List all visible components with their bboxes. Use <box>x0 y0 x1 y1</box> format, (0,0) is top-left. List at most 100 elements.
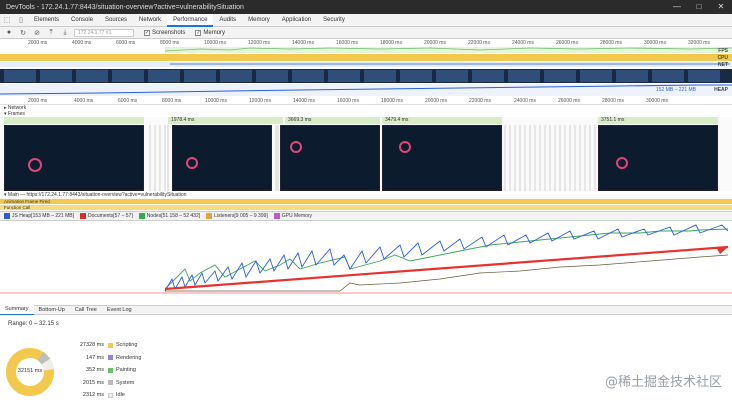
tick-label: 32000 ms <box>688 40 710 46</box>
tick-label: 6000 ms <box>116 40 136 46</box>
nodes-line <box>164 228 729 290</box>
tick-label: 2000 ms <box>28 98 48 104</box>
tab-memory[interactable]: Memory <box>242 14 276 27</box>
screenshots-checkbox[interactable]: ✓ Screenshots <box>144 29 185 36</box>
timeline-overview[interactable]: 2000 ms 4000 ms 6000 ms 8000 ms 10000 ms… <box>0 39 732 97</box>
frame-dividers <box>28 125 628 191</box>
tick-label: 20000 ms <box>424 40 446 46</box>
perf-toolbar: ● ↻ ⊘ ⤒ ⤓ 172.24.1.77 #1 ✓ Screenshots ✓ M… <box>0 27 732 39</box>
main-ruler: 2000 ms 4000 ms 6000 ms 8000 ms 10000 ms… <box>0 97 732 105</box>
memory-graph <box>0 221 732 303</box>
legend-documents[interactable]: Documents[57 – 57] <box>79 213 133 219</box>
tick-label: 20000 ms <box>425 98 447 104</box>
summary-row-painting: 352 ms Painting <box>85 367 136 374</box>
tab-audits[interactable]: Audits <box>213 14 242 27</box>
inspect-icon[interactable]: ⬚ <box>0 16 14 24</box>
window-title: DevTools - 172.24.1.77:8443/situation-ov… <box>6 3 244 11</box>
devtools-tabs: ⬚ ▯ Elements Console Sources Network Per… <box>0 13 732 27</box>
tab-bottom-up[interactable]: Bottom-Up <box>34 305 70 315</box>
tab-performance[interactable]: Performance <box>167 13 214 27</box>
summary-row-rendering: 147 ms Rendering <box>85 354 142 361</box>
frame-bar: 3751.1 ms <box>598 117 718 124</box>
minimize-button[interactable]: — <box>666 0 688 14</box>
close-button[interactable]: ✕ <box>710 0 732 14</box>
upload-icon[interactable]: ⤒ <box>46 29 56 37</box>
tick-label: 16000 ms <box>336 40 358 46</box>
arrow-head-icon <box>716 247 728 254</box>
download-icon[interactable]: ⤓ <box>60 29 70 37</box>
tick-label: 26000 ms <box>558 98 580 104</box>
tick-label: 16000 ms <box>337 98 359 104</box>
device-toolbar-icon[interactable]: ▯ <box>14 16 28 24</box>
legend-nodes[interactable]: Nodes[51 158 – 52 432] <box>138 213 200 219</box>
tick-label: 12000 ms <box>248 40 270 46</box>
tick-label: 22000 ms <box>468 40 490 46</box>
tick-label: 26000 ms <box>556 40 578 46</box>
cpu-label: CPU <box>717 55 728 61</box>
frame-bar: 1978.4 ms <box>168 117 283 124</box>
function-call-bar[interactable]: Function Call <box>0 205 732 210</box>
overview-ruler: 2000 ms 4000 ms 6000 ms 8000 ms 10000 ms… <box>0 39 732 47</box>
heap-range: 152 MB – 221 MB <box>655 87 696 93</box>
range-label: Range: 0 – 32.15 s <box>8 321 59 327</box>
animation-frame-bar[interactable]: Animation Frame Fired <box>0 199 732 204</box>
tab-event-log[interactable]: Event Log <box>102 305 137 315</box>
legend-listeners[interactable]: Listeners[9 005 – 9 399] <box>206 213 268 219</box>
tick-label: 24000 ms <box>514 98 536 104</box>
summary-row-scripting: 27328 ms Scripting <box>79 342 138 349</box>
frame-bar: 3669.3 ms <box>285 117 380 124</box>
recording-select[interactable]: 172.24.1.77 #1 <box>74 28 134 37</box>
tab-network[interactable]: Network <box>133 14 167 27</box>
maximize-button[interactable]: □ <box>688 0 710 14</box>
reload-icon[interactable]: ↻ <box>18 29 28 37</box>
record-icon[interactable]: ● <box>4 29 14 36</box>
fps-label: FPS <box>718 48 728 54</box>
tick-label: 12000 ms <box>249 98 271 104</box>
listeners-line <box>165 254 729 292</box>
frame-bar: 3479.4 ms <box>382 117 502 124</box>
tick-label: 4000 ms <box>74 98 94 104</box>
tick-label: 8000 ms <box>160 40 180 46</box>
summary-row-system: 2015 ms System <box>82 379 135 386</box>
main-thread-track[interactable]: ▾ Main — https://172.24.1.77:8443/situat… <box>0 191 732 210</box>
tick-label: 14000 ms <box>293 98 315 104</box>
main-thread-label: ▾ Main — https://172.24.1.77:8443/situat… <box>4 192 187 198</box>
summary-rows: 27328 ms Scripting 147 ms Rendering 352 ms… <box>70 339 142 402</box>
overview-tracks <box>0 47 732 96</box>
net-label: NET <box>718 62 728 68</box>
checkbox-icon: ✓ <box>195 29 202 36</box>
tab-console[interactable]: Console <box>65 14 99 27</box>
tick-label: 18000 ms <box>381 98 403 104</box>
tick-label: 10000 ms <box>205 98 227 104</box>
legend-js-heap[interactable]: JS Heap[153 MB – 221 MB] <box>4 213 74 219</box>
tick-label: 4000 ms <box>72 40 92 46</box>
tick-label: 8000 ms <box>162 98 182 104</box>
details-tabs: Summary Bottom-Up Call Tree Event Log <box>0 304 732 316</box>
tab-call-tree[interactable]: Call Tree <box>70 305 102 315</box>
window-titlebar: DevTools - 172.24.1.77:8443/situation-ov… <box>0 0 732 14</box>
tick-label: 10000 ms <box>204 40 226 46</box>
tab-security[interactable]: Security <box>317 14 351 27</box>
clear-icon[interactable]: ⊘ <box>32 29 42 37</box>
tick-label: 28000 ms <box>600 40 622 46</box>
tick-label: 2000 ms <box>28 40 48 46</box>
total-time: 32151 ms <box>17 368 43 374</box>
heap-label: HEAP <box>714 87 728 93</box>
memory-label: Memory <box>203 29 226 36</box>
memory-checkbox[interactable]: ✓ Memory <box>195 29 226 36</box>
watermark: @稀土掘金技术社区 <box>604 375 722 390</box>
checkbox-icon: ✓ <box>144 29 150 36</box>
memory-legend: JS Heap[153 MB – 221 MB] Documents[57 – … <box>0 211 732 221</box>
js-heap-line <box>164 224 729 292</box>
tick-label: 30000 ms <box>646 98 668 104</box>
tick-label: 22000 ms <box>469 98 491 104</box>
frame-bar <box>4 117 144 124</box>
memory-graph-svg <box>0 224 732 294</box>
frames-track: 1978.4 ms 3669.3 ms 3479.4 ms 3751.1 ms <box>0 117 732 191</box>
tick-label: 6000 ms <box>118 98 138 104</box>
tab-elements[interactable]: Elements <box>28 14 65 27</box>
tab-application[interactable]: Application <box>276 14 317 27</box>
tab-sources[interactable]: Sources <box>99 14 133 27</box>
tick-label: 28000 ms <box>602 98 624 104</box>
legend-gpu-memory[interactable]: GPU Memory <box>273 213 312 219</box>
